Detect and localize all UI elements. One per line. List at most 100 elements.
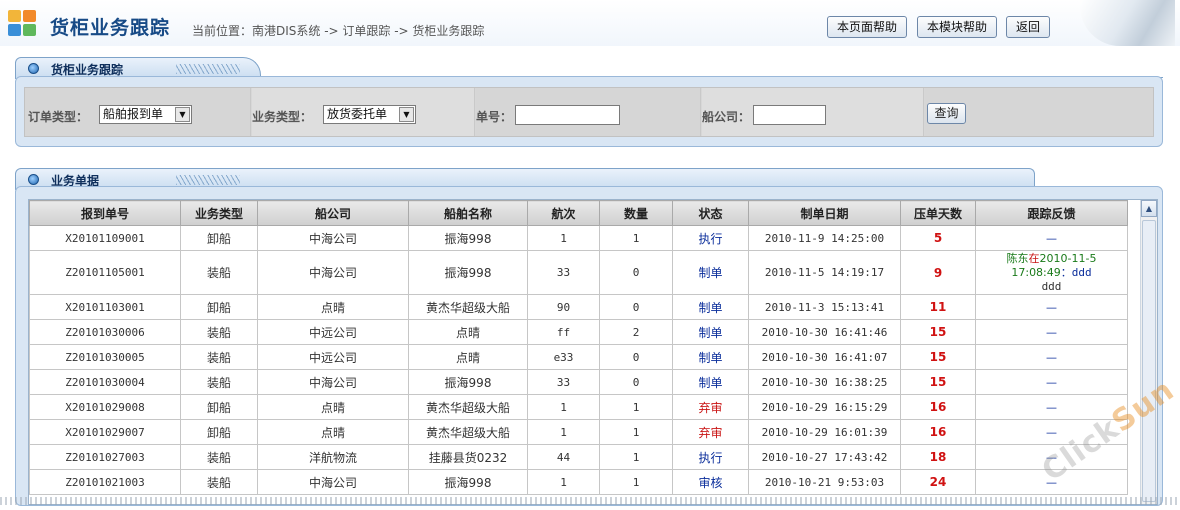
- feedback-text[interactable]: —: [1046, 401, 1057, 414]
- days-text: 15: [929, 350, 947, 364]
- table-row[interactable]: Z20101105001 装船 中海公司 振海998 33 0 制单 2010-11-5 14…: [29, 250, 1128, 295]
- quantity-text: 1: [632, 425, 640, 439]
- voyage-cell: 1: [527, 394, 600, 420]
- ship-name-cell: 挂藤县货0232: [408, 444, 528, 470]
- feedback-cell: —: [975, 294, 1128, 320]
- order-type-select[interactable]: 船舶报到单 ▼: [99, 105, 192, 124]
- table-row[interactable]: X20101103001 卸船 点晴 黄杰华超级大船 90 0 制单 2010-11-3 15…: [29, 294, 1128, 320]
- scroll-up-arrow-icon[interactable]: ▲: [1141, 200, 1157, 217]
- table-row[interactable]: X20101029008 卸船 点晴 黄杰华超级大船 1 1 弃审 2010-10-29 16…: [29, 394, 1128, 420]
- col-header-company[interactable]: 船公司: [257, 200, 409, 226]
- col-header-date[interactable]: 制单日期: [748, 200, 901, 226]
- feedback-cell: —: [975, 319, 1128, 345]
- table-row[interactable]: Z20101030005 装船 中远公司 点晴 e33 0 制单 2010-10-30 16:…: [29, 344, 1128, 370]
- dropdown-arrow-icon[interactable]: ▼: [399, 107, 414, 122]
- biz-type-text: 装船: [206, 266, 231, 280]
- quantity-cell: 1: [599, 394, 673, 420]
- status-cell: 制单: [672, 344, 749, 370]
- shipping-company-cell: 船公司：: [702, 88, 924, 136]
- quantity-text: 1: [632, 231, 640, 245]
- status-cell: 制单: [672, 369, 749, 395]
- voyage-text: 1: [560, 400, 567, 414]
- query-cell: 查询: [925, 88, 1153, 136]
- tab-stripes-decoration: [176, 64, 240, 74]
- feedback-text[interactable]: —: [1046, 451, 1057, 464]
- header-decoration-image: [1080, 0, 1175, 46]
- table-row[interactable]: Z20101021003 装船 中海公司 振海998 1 1 审核 2010-10-21 9:…: [29, 469, 1128, 495]
- ship-name-text: 振海998: [444, 266, 492, 280]
- col-header-order-no[interactable]: 报到单号: [29, 200, 181, 226]
- table-row[interactable]: Z20101030006 装船 中远公司 点晴 ff 2 制单 2010-10-30 16:4…: [29, 319, 1128, 345]
- table-row[interactable]: Z20101030004 装船 中海公司 振海998 33 0 制单 2010-10-30 1…: [29, 369, 1128, 395]
- table-row[interactable]: X20101029007 卸船 点晴 黄杰华超级大船 1 1 弃审 2010-10-29 16…: [29, 419, 1128, 445]
- scroll-thumb[interactable]: [1142, 220, 1156, 502]
- biz-type-text: 装船: [206, 325, 231, 340]
- col-header-status[interactable]: 状态: [672, 200, 749, 226]
- biz-type-cell: 卸船: [180, 225, 258, 251]
- back-button[interactable]: 返回: [1006, 16, 1051, 38]
- feedback-text[interactable]: —: [1046, 301, 1057, 314]
- col-header-feedback[interactable]: 跟踪反馈: [975, 200, 1128, 226]
- col-header-quantity[interactable]: 数量: [599, 200, 673, 226]
- search-form: 订单类型： 船舶报到单 ▼ 业务类型： 放货委托单 ▼ 单号： 船公司： 查询: [24, 87, 1154, 137]
- ship-name-cell: 黄杰华超级大船: [408, 394, 528, 420]
- date-cell: 2010-10-27 17:43:42: [748, 444, 901, 470]
- company-text: 点晴: [320, 300, 345, 315]
- dropdown-arrow-icon[interactable]: ▼: [175, 107, 190, 122]
- order-no-text: X20101103001: [65, 300, 145, 314]
- voyage-cell: 90: [527, 294, 600, 320]
- date-text: 2010-10-30 16:41:46: [761, 325, 888, 339]
- date-text: 2010-10-30 16:41:07: [761, 350, 888, 364]
- table-row[interactable]: Z20101027003 装船 洋航物流 挂藤县货0232 44 1 执行 2010-10-2…: [29, 444, 1128, 470]
- module-help-button[interactable]: 本模块帮助: [917, 16, 998, 38]
- feedback-text[interactable]: —: [1046, 476, 1057, 489]
- vertical-scrollbar[interactable]: ▲: [1140, 200, 1157, 504]
- days-text: 18: [929, 450, 947, 464]
- order-no-cell: Z20101105001: [29, 250, 181, 295]
- company-text: 中海公司: [308, 266, 357, 280]
- feedback-cell: —: [975, 225, 1128, 251]
- date-cell: 2010-11-5 14:19:17: [748, 250, 901, 295]
- feedback-text[interactable]: —: [1046, 351, 1057, 364]
- table-body: X20101109001 卸船 中海公司 振海998 1 1 执行 2010-11-9 14:…: [29, 225, 1128, 495]
- order-no-text: Z20101105001: [65, 266, 145, 279]
- status-cell: 制单: [672, 250, 749, 295]
- order-no-text: Z20101030006: [65, 325, 145, 339]
- date-text: 2010-11-3 15:13:41: [764, 300, 885, 314]
- col-header-days[interactable]: 压单天数: [900, 200, 976, 226]
- voyage-text: 90: [556, 300, 571, 314]
- date-cell: 2010-10-30 16:41:07: [748, 344, 901, 370]
- date-text: 2010-10-29 16:15:29: [761, 400, 888, 414]
- days-cell: 15: [900, 319, 976, 345]
- days-cell: 16: [900, 419, 976, 445]
- feedback-text[interactable]: —: [1046, 232, 1057, 245]
- date-cell: 2010-10-30 16:38:25: [748, 369, 901, 395]
- col-header-voyage[interactable]: 航次: [527, 200, 600, 226]
- query-button[interactable]: 查询: [927, 103, 966, 124]
- feedback-text[interactable]: —: [1046, 426, 1057, 439]
- feedback-cell: —: [975, 469, 1128, 495]
- status-text: 审核: [698, 475, 723, 490]
- feedback-text[interactable]: —: [1046, 376, 1057, 389]
- ship-name-text: 黄杰华超级大船: [425, 425, 510, 440]
- feedback-time: 17:08:49: [1011, 265, 1061, 279]
- days-cell: 15: [900, 369, 976, 395]
- header: 货柜业务跟踪 当前位置：南港DIS系统 -> 订单跟踪 -> 货柜业务跟踪 本页…: [0, 0, 1180, 46]
- biz-type-cell: 装船: [180, 344, 258, 370]
- order-no-text: X20101029008: [65, 400, 145, 414]
- biz-type-text: 卸船: [206, 231, 231, 246]
- page-help-button[interactable]: 本页面帮助: [827, 16, 908, 38]
- page-title: 货柜业务跟踪: [50, 17, 171, 39]
- col-header-biz-type[interactable]: 业务类型: [180, 200, 258, 226]
- feedback-text[interactable]: —: [1046, 326, 1057, 339]
- biz-type-cell: 卸船: [180, 394, 258, 420]
- order-no-input[interactable]: [515, 105, 620, 125]
- col-header-ship[interactable]: 船舶名称: [408, 200, 528, 226]
- data-table-container: 报到单号 业务类型 船公司 船舶名称 航次 数量 状态 制单日期 压单天数 跟踪…: [28, 199, 1158, 505]
- biz-type-select[interactable]: 放货委托单 ▼: [323, 105, 416, 124]
- ship-name-cell: 点晴: [408, 319, 528, 345]
- table-row[interactable]: X20101109001 卸船 中海公司 振海998 1 1 执行 2010-11-9 14:…: [29, 225, 1128, 251]
- shipping-company-input[interactable]: [753, 105, 826, 125]
- biz-type-cell: 装船: [180, 369, 258, 395]
- order-no-text: Z20101027003: [65, 450, 145, 464]
